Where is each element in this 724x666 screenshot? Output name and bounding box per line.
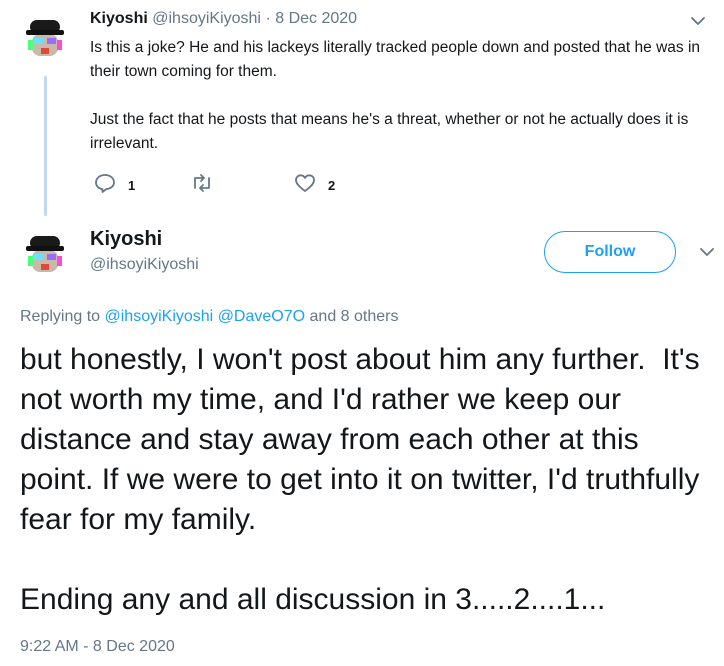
mention-link[interactable]: @DaveO7O bbox=[218, 308, 305, 325]
author-handle[interactable]: @ihsoyiKiyoshi bbox=[152, 10, 261, 27]
separator: · bbox=[265, 10, 271, 27]
follow-button[interactable]: Follow bbox=[544, 231, 676, 273]
replying-prefix: Replying to bbox=[20, 308, 101, 325]
replying-to: Replying to @ihsoyiKiyoshi @DaveO7O and … bbox=[20, 308, 398, 326]
tweet-date[interactable]: 8 Dec 2020 bbox=[275, 10, 357, 27]
tweet-timestamp[interactable]: 9:22 AM - 8 Dec 2020 bbox=[20, 638, 175, 656]
reply-icon bbox=[94, 173, 116, 198]
parent-paragraph: Is this a joke? He and his lackeys liter… bbox=[90, 39, 701, 80]
like-button[interactable]: 2 bbox=[294, 173, 336, 198]
avatar-image bbox=[20, 12, 70, 62]
reply-count: 1 bbox=[128, 177, 136, 193]
author-name[interactable]: Kiyoshi bbox=[90, 10, 148, 27]
parent-tweet-header: Kiyoshi @ihsoyiKiyoshi · 8 Dec 2020 bbox=[90, 10, 357, 28]
chevron-down-icon[interactable] bbox=[689, 14, 707, 28]
thread-connector-line bbox=[44, 76, 47, 216]
retweet-icon bbox=[190, 173, 214, 198]
author-handle[interactable]: @ihsoyiKiyoshi bbox=[90, 256, 199, 274]
replying-suffix[interactable]: and 8 others bbox=[310, 308, 399, 325]
parent-tweet-text: Is this a joke? He and his lackeys liter… bbox=[90, 36, 710, 180]
avatar[interactable] bbox=[20, 12, 70, 62]
reply-button[interactable]: 1 bbox=[94, 173, 136, 198]
author-name[interactable]: Kiyoshi bbox=[90, 228, 162, 251]
avatar[interactable] bbox=[20, 228, 70, 278]
like-count: 2 bbox=[328, 177, 336, 193]
retweet-button[interactable] bbox=[190, 173, 214, 198]
tweet-text: but honestly, I won't post about him any… bbox=[20, 343, 700, 616]
mention-link[interactable]: @ihsoyiKiyoshi bbox=[105, 308, 214, 325]
chevron-down-icon[interactable] bbox=[698, 245, 716, 259]
like-icon bbox=[294, 173, 316, 198]
parent-paragraph: Just the fact that he posts that means h… bbox=[90, 111, 689, 152]
avatar-image bbox=[20, 228, 70, 278]
